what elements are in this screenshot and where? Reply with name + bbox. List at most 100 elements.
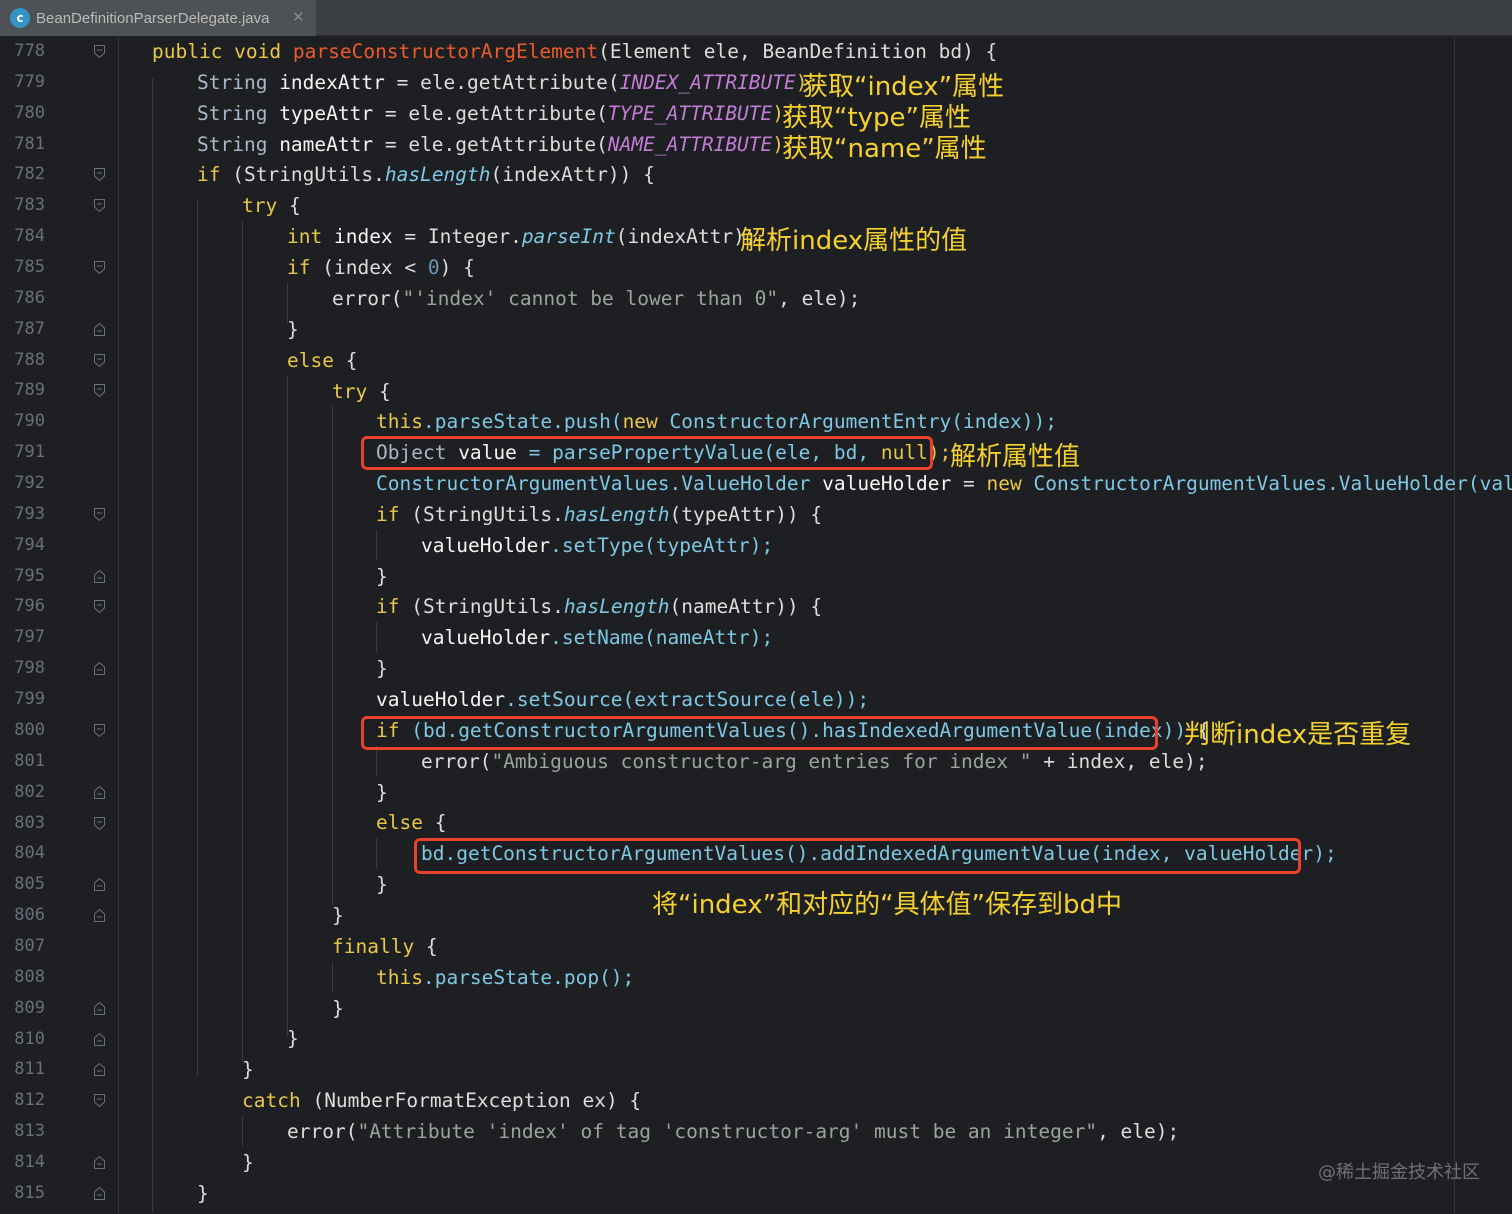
code-token: String <box>197 71 280 94</box>
code-token: , ele); <box>1097 1120 1180 1143</box>
code-line-781[interactable]: String nameAttr = ele.getAttribute(NAME_… <box>197 130 796 161</box>
code-token: { <box>434 811 447 835</box>
fold-close-icon[interactable] <box>94 878 105 892</box>
fold-open-icon[interactable] <box>94 723 105 737</box>
code-line-799[interactable]: valueHolder.setSource(extractSource(ele)… <box>376 685 869 716</box>
code-line-793[interactable]: if (StringUtils.hasLength(typeAttr)) { <box>376 500 822 531</box>
code-line-782[interactable]: if (StringUtils.hasLength(indexAttr)) { <box>197 160 655 191</box>
code-token: error( <box>421 749 492 773</box>
code-token: catch <box>242 1089 313 1113</box>
fold-close-icon[interactable] <box>94 909 105 923</box>
code-token: error( <box>287 1120 358 1143</box>
code-line-795[interactable]: } <box>376 562 388 593</box>
code-line-813[interactable]: error("Attribute 'index' of tag 'constru… <box>287 1117 1179 1148</box>
code-token: } <box>242 1150 254 1174</box>
fold-open-icon[interactable] <box>94 261 105 275</box>
code-line-801[interactable]: error("Ambiguous constructor-arg entries… <box>421 747 1208 778</box>
file-tab-title: BeanDefinitionParserDelegate.java <box>36 9 270 27</box>
fold-open-icon[interactable] <box>94 600 105 614</box>
code-line-778[interactable]: public void parseConstructorArgElement(E… <box>152 37 997 68</box>
gutter-row: 795 <box>0 561 1512 592</box>
line-number: 778 <box>14 41 45 61</box>
code-line-788[interactable]: else { <box>287 346 357 377</box>
close-tab-icon[interactable]: ✕ <box>292 8 305 26</box>
code-line-783[interactable]: try { <box>242 191 301 222</box>
highlight-box-parse-value <box>361 436 933 470</box>
code-line-814[interactable]: } <box>242 1148 254 1179</box>
fold-open-icon[interactable] <box>94 168 105 182</box>
gutter-row: 812 <box>0 1085 1512 1116</box>
code-token: } <box>197 1181 209 1205</box>
fold-open-icon[interactable] <box>94 816 105 830</box>
fold-close-icon[interactable] <box>94 1063 105 1077</box>
fold-close-icon[interactable] <box>94 1186 105 1200</box>
code-editor[interactable]: 778 779 780 781 782 783 784 785 786 787 788 789 790 7… <box>0 36 1512 1214</box>
code-line-815[interactable]: } <box>197 1179 209 1210</box>
file-tab[interactable]: c BeanDefinitionParserDelegate.java ✕ <box>0 0 316 36</box>
fold-open-icon[interactable] <box>94 45 105 58</box>
code-line-792[interactable]: ConstructorArgumentValues.ValueHolder va… <box>376 469 1512 500</box>
line-number: 803 <box>14 812 45 833</box>
fold-open-icon[interactable] <box>94 199 105 213</box>
code-token: int <box>287 225 334 249</box>
code-line-786[interactable]: error("'index' cannot be lower than 0", … <box>332 284 860 315</box>
fold-open-icon[interactable] <box>94 1094 105 1108</box>
code-token: .parseState.push( <box>422 410 623 434</box>
code-line-789[interactable]: try { <box>332 377 391 408</box>
code-line-806[interactable]: } <box>332 901 344 932</box>
code-line-794[interactable]: valueHolder.setType(typeAttr); <box>421 531 773 562</box>
code-line-797[interactable]: valueHolder.setName(nameAttr); <box>421 623 773 654</box>
fold-close-icon[interactable] <box>94 1155 105 1169</box>
code-line-798[interactable]: } <box>376 654 388 685</box>
gutter-row: 807 <box>0 931 1512 962</box>
code-token: else <box>287 348 346 372</box>
fold-close-icon[interactable] <box>94 322 105 336</box>
line-number: 779 <box>14 71 45 92</box>
code-token: = ele.getAttribute( <box>373 101 608 125</box>
code-line-809[interactable]: } <box>332 994 344 1025</box>
code-line-808[interactable]: this.parseState.pop(); <box>376 963 634 994</box>
code-token: (typeAttr)) { <box>669 502 823 526</box>
code-token: = ele.getAttribute( <box>373 132 608 156</box>
gutter-row: 802 <box>0 777 1512 808</box>
code-line-780[interactable]: String typeAttr = ele.getAttribute(TYPE_… <box>197 99 796 130</box>
code-token: String <box>197 101 280 125</box>
code-line-807[interactable]: finally { <box>332 932 438 963</box>
fold-open-icon[interactable] <box>94 384 105 398</box>
code-token: TYPE_ATTRIBUTE <box>607 101 773 125</box>
code-token: ConstructorArgumentValues.ValueHolder(va… <box>1033 472 1512 495</box>
line-number: 812 <box>14 1090 45 1111</box>
code-line-803[interactable]: else { <box>376 808 446 839</box>
line-number: 798 <box>14 658 45 679</box>
fold-close-icon[interactable] <box>94 785 105 799</box>
code-line-796[interactable]: if (StringUtils.hasLength(nameAttr)) { <box>376 592 822 623</box>
fold-open-icon[interactable] <box>94 507 105 521</box>
code-token: try <box>332 379 379 403</box>
fold-close-icon[interactable] <box>94 1001 105 1015</box>
code-line-779[interactable]: String indexAttr = ele.getAttribute(INDE… <box>197 68 819 99</box>
code-token: this <box>376 965 423 989</box>
code-token: = Integer. <box>392 225 522 249</box>
gutter-row: 809 <box>0 993 1512 1024</box>
annotation-save-to-bd: 将“index”和对应的“具体值”保存到bd中 <box>652 890 1123 920</box>
code-line-784[interactable]: int index = Integer.parseInt(indexAttr); <box>287 222 757 253</box>
code-line-802[interactable]: } <box>376 778 388 809</box>
code-line-785[interactable]: if (index < 0) { <box>287 253 475 284</box>
line-number: 793 <box>14 503 45 524</box>
fold-close-icon[interactable] <box>94 1032 105 1046</box>
code-line-812[interactable]: catch (NumberFormatException ex) { <box>242 1086 641 1117</box>
code-token: parseConstructorArgElement <box>292 40 599 63</box>
code-token: + index, ele); <box>1031 749 1208 773</box>
line-number: 792 <box>14 473 45 494</box>
fold-close-icon[interactable] <box>94 662 105 676</box>
code-token: index <box>333 225 393 249</box>
code-line-787[interactable]: } <box>287 315 299 346</box>
code-line-805[interactable]: } <box>376 870 388 901</box>
code-line-811[interactable]: } <box>242 1055 254 1086</box>
code-line-790[interactable]: this.parseState.push(new ConstructorArgu… <box>376 407 1057 438</box>
fold-open-icon[interactable] <box>94 353 105 367</box>
fold-close-icon[interactable] <box>94 569 105 583</box>
code-line-810[interactable]: } <box>287 1024 299 1055</box>
line-number: 781 <box>14 133 45 154</box>
line-number: 790 <box>14 411 45 432</box>
